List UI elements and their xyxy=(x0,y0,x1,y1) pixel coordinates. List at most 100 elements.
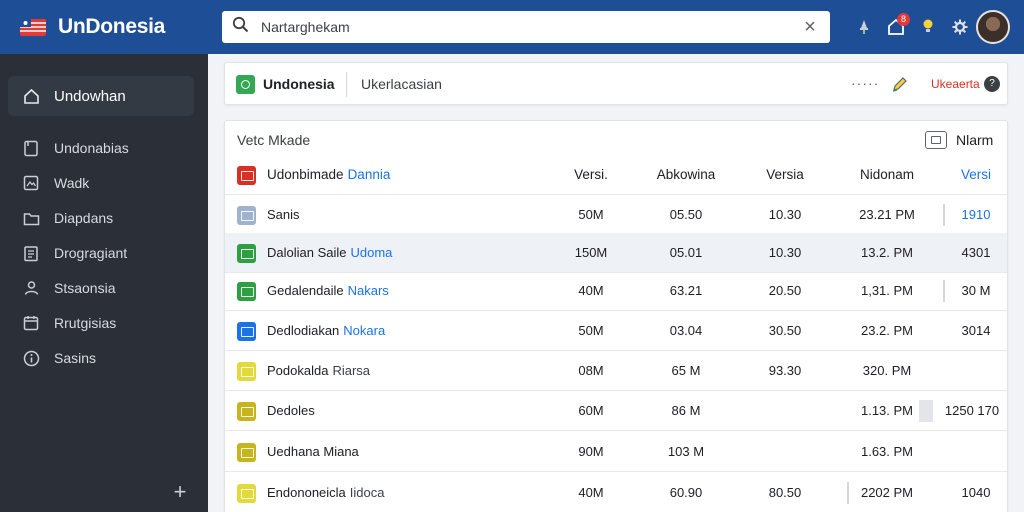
header-file-icon xyxy=(237,166,256,185)
sidebar-item-label: Undonabias xyxy=(54,140,129,156)
file-icon xyxy=(237,206,256,225)
file-icon xyxy=(237,484,256,503)
notifications-icon[interactable]: 8 xyxy=(880,11,912,43)
file-name: Endononeicla Iidoca xyxy=(267,485,385,500)
cell-versi: 1250 170 xyxy=(944,403,1000,418)
cell-activity: 63.21 xyxy=(669,283,703,298)
sidebar-item-statistics[interactable]: Stsaonsia xyxy=(8,269,194,307)
home-icon xyxy=(22,87,40,105)
info-icon xyxy=(22,349,40,367)
lightbulb-icon[interactable] xyxy=(912,11,944,43)
help-icon[interactable]: ? xyxy=(984,76,1000,92)
view-toggle[interactable]: Nlarm xyxy=(925,131,993,149)
file-name: Sanis xyxy=(267,207,300,222)
column-header-versi[interactable]: Versi xyxy=(951,167,1001,182)
search-input[interactable] xyxy=(261,19,800,35)
column-header-activity[interactable]: Abkowina xyxy=(655,167,717,182)
row-marker xyxy=(919,400,933,422)
cell-size: 40M xyxy=(578,283,604,298)
more-options-icon[interactable]: ····· xyxy=(851,75,879,91)
cell-size: 50M xyxy=(578,323,604,338)
table-row[interactable]: Dedoles 60M 86 M 1.13. PM 1250 170 xyxy=(225,391,1007,431)
view-label: Nlarm xyxy=(956,132,994,148)
file-icon xyxy=(237,362,256,381)
column-header-name[interactable]: Udonbimade Dannia xyxy=(267,167,390,182)
file-table: Vetc Mkade Nlarm Udonbimade Dannia Versi.… xyxy=(224,120,1008,512)
sidebar-item-media[interactable]: Wadk xyxy=(8,164,194,202)
table-row[interactable]: Dedlodiakan Nokara 50M 03.04 30.50 23.2. … xyxy=(225,311,1007,351)
column-header-version[interactable]: Versi. xyxy=(571,167,611,182)
sidebar-item-programs[interactable]: Drogragiant xyxy=(8,234,194,272)
sidebar-item-label: Undowhan xyxy=(54,87,126,105)
file-icon xyxy=(237,402,256,421)
cell-versi: 1910 xyxy=(961,207,991,222)
cell-versi: 30 M xyxy=(961,283,991,298)
cell-modified: 2202 PM xyxy=(860,485,914,500)
file-name: Dedoles xyxy=(267,403,315,418)
sidebar-item-settings[interactable]: Sasins xyxy=(8,339,194,377)
workspace-title[interactable]: Undonesia xyxy=(263,76,335,92)
file-name: Podokalda Riarsa xyxy=(267,363,371,378)
sidebar-item-reports[interactable]: Rrutgisias xyxy=(8,304,194,342)
table-row[interactable]: Uedhana Miana 90M 103 M 1.63. PM xyxy=(225,432,1007,472)
table-row[interactable]: Endononeicla Iidoca 40M 60.90 80.50 2202 … xyxy=(225,473,1007,512)
column-header-modified[interactable]: Nidonam xyxy=(851,167,923,182)
cell-version: 10.30 xyxy=(768,207,802,222)
top-bar: × 8 xyxy=(208,0,1024,54)
pin-icon[interactable] xyxy=(848,11,880,43)
column-header-versia[interactable]: Versia xyxy=(759,167,811,182)
row-divider xyxy=(943,280,945,302)
document-icon xyxy=(22,139,40,157)
cell-activity: 03.04 xyxy=(669,323,703,338)
cell-modified: 23.2. PM xyxy=(860,323,914,338)
clipboard-icon xyxy=(22,244,40,262)
table-row[interactable]: Sanis 50M 05.50 10.30 23.21 PM 1910 xyxy=(225,195,1007,235)
avatar[interactable] xyxy=(976,10,1010,44)
cell-activity: 05.50 xyxy=(669,207,703,222)
cell-activity: 05.01 xyxy=(669,245,703,260)
sidebar-item-label: Drogragiant xyxy=(54,245,128,261)
sidebar-item-label: Wadk xyxy=(54,175,90,191)
add-icon[interactable]: + xyxy=(168,480,192,504)
context-link[interactable]: Ukeaerta xyxy=(931,77,980,91)
file-name: Gedalendaile Nakars xyxy=(267,283,389,298)
edit-icon[interactable] xyxy=(889,73,911,95)
table-label: Vetc Mkade xyxy=(237,132,311,148)
cell-version: 93.30 xyxy=(768,363,802,378)
sidebar-item-label: Sasins xyxy=(54,350,97,366)
cell-size: 50M xyxy=(578,207,604,222)
cell-activity: 103 M xyxy=(667,444,705,459)
cell-size: 40M xyxy=(578,485,604,500)
sidebar-item-label: Diapdans xyxy=(54,210,114,226)
gear-icon[interactable] xyxy=(944,11,976,43)
view-icon xyxy=(925,131,947,149)
sidebar-item-documents[interactable]: Undonabias xyxy=(8,129,194,167)
workspace-subtitle: Ukerlacasian xyxy=(361,76,442,92)
file-icon xyxy=(237,443,256,462)
cell-activity: 86 M xyxy=(671,403,701,418)
file-name: Uedhana Miana xyxy=(267,444,359,459)
cell-modified: 320. PM xyxy=(862,363,912,378)
search-icon xyxy=(232,16,249,38)
table-row[interactable]: Gedalendaile Nakars 40M 63.21 20.50 1,31.… xyxy=(225,271,1007,311)
table-row[interactable]: Dalolian Saile Udoma 150M 05.01 10.30 13.… xyxy=(225,233,1007,273)
sidebar-item-home[interactable]: Undowhan xyxy=(8,76,194,116)
cell-size: 60M xyxy=(578,403,604,418)
cell-modified: 23.21 PM xyxy=(859,207,915,222)
sidebar-item-label: Rrutgisias xyxy=(54,315,117,331)
cell-activity: 60.90 xyxy=(669,485,703,500)
cell-versi: 1040 xyxy=(961,485,991,500)
table-header: Udonbimade Dannia Versi. Abkowina Versia … xyxy=(225,155,1007,195)
file-icon xyxy=(237,322,256,341)
cell-size: 08M xyxy=(578,363,604,378)
sidebar-item-folders[interactable]: Diapdans xyxy=(8,199,194,237)
row-divider xyxy=(847,482,849,504)
file-icon xyxy=(237,282,256,301)
sidebar-item-label: Stsaonsia xyxy=(54,280,116,296)
table-row[interactable]: Podokalda Riarsa 08M 65 M 93.30 320. PM xyxy=(225,351,1007,391)
folder-icon xyxy=(22,209,40,227)
sidebar: UnDonesia Undowhan Undonabias Wadk Diapd… xyxy=(0,0,208,512)
divider xyxy=(346,72,347,97)
brand-header[interactable]: UnDonesia xyxy=(0,0,208,54)
clear-search-icon[interactable]: × xyxy=(800,16,820,39)
